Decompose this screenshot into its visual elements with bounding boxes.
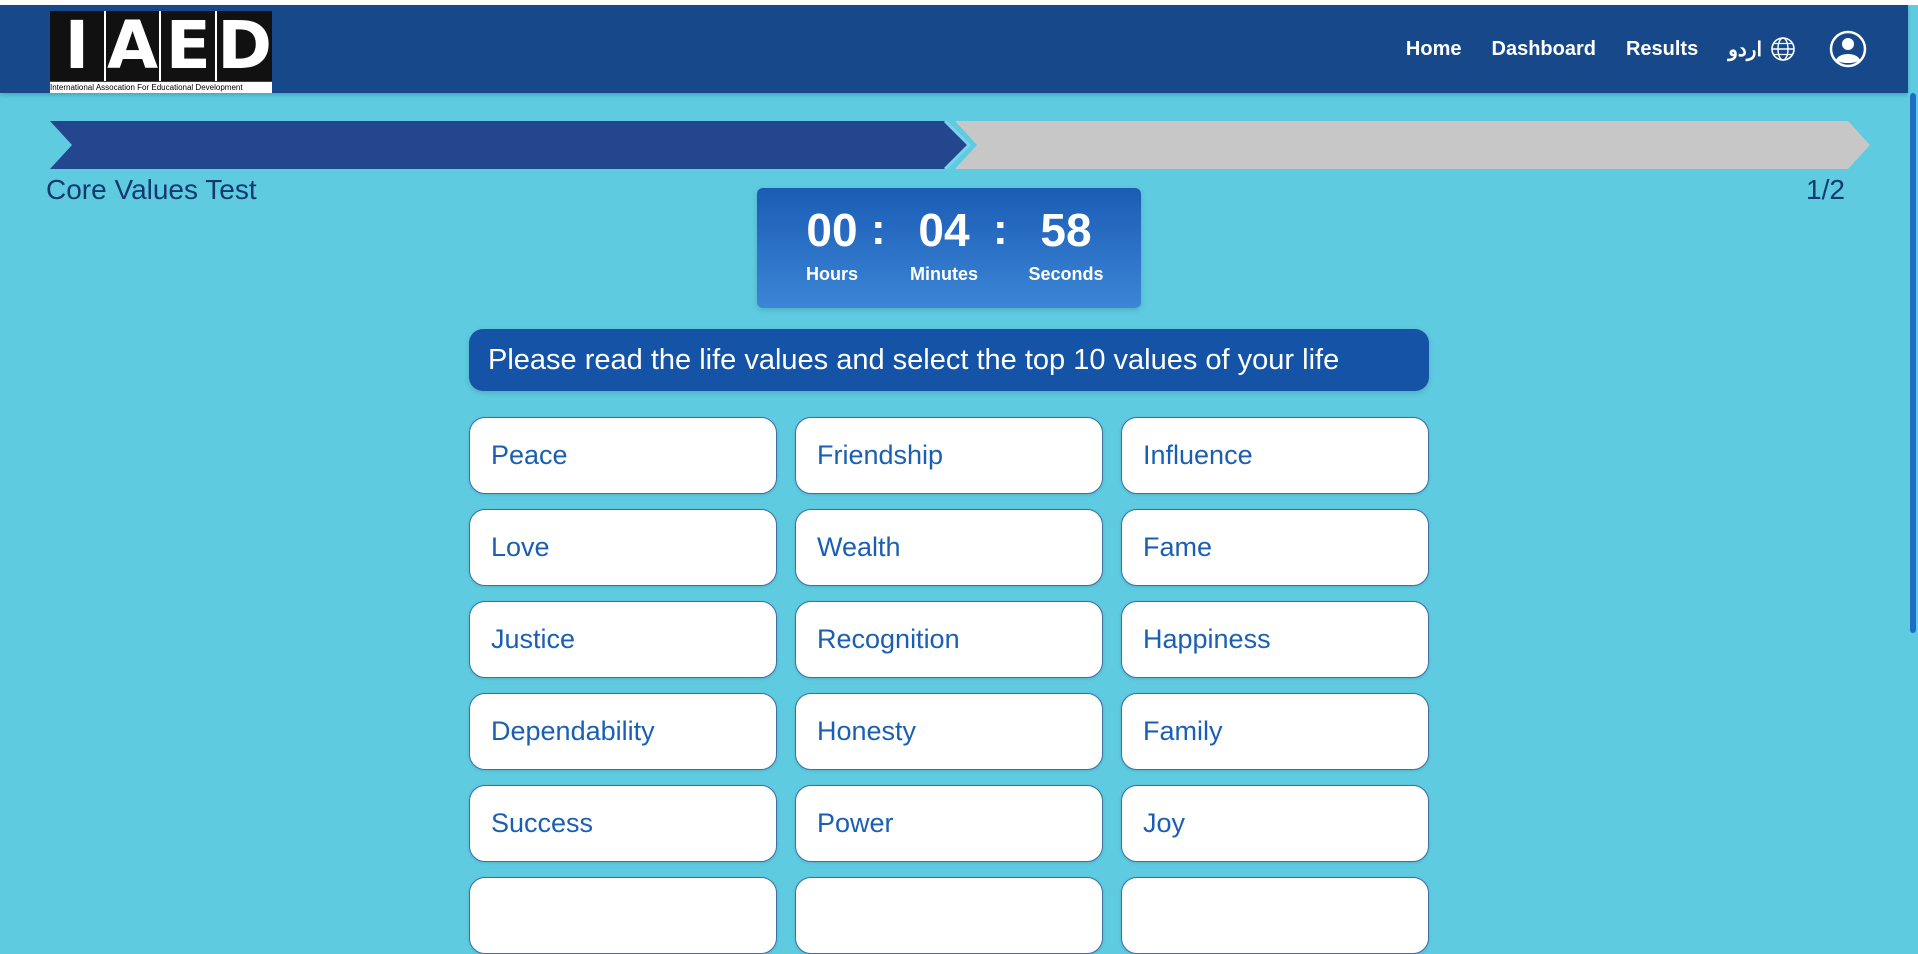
progress-done	[50, 121, 969, 169]
minutes-value: 04	[918, 204, 970, 256]
logo-letter: E	[161, 11, 216, 81]
value-option[interactable]: Influence	[1121, 417, 1429, 494]
value-option[interactable]: Love	[469, 509, 777, 586]
value-option[interactable]: Happiness	[1121, 601, 1429, 678]
page-scrollbar[interactable]	[1908, 93, 1918, 883]
value-option[interactable]: Friendship	[795, 417, 1103, 494]
logo-letter: A	[105, 7, 160, 84]
logo-letters: I A E D	[50, 11, 272, 81]
logo[interactable]: I A E D International Assocation For Edu…	[50, 11, 272, 95]
value-option[interactable]	[795, 877, 1103, 954]
value-option[interactable]: Recognition	[795, 601, 1103, 678]
value-option[interactable]: Family	[1121, 693, 1429, 770]
timer-separator: :	[993, 205, 1008, 254]
value-option[interactable]	[1121, 877, 1429, 954]
main-nav: Home Dashboard Results اردو	[1406, 5, 1908, 93]
timer-separator: :	[871, 205, 886, 254]
language-label: اردو	[1728, 38, 1762, 61]
user-circle-icon[interactable]	[1828, 29, 1868, 69]
countdown-timer: 00 Hours : 04 Minutes : 58 Seconds	[757, 188, 1141, 308]
nav-dashboard-link[interactable]: Dashboard	[1492, 38, 1596, 61]
nav-results-link[interactable]: Results	[1626, 38, 1698, 61]
seconds-label: Seconds	[1028, 264, 1104, 284]
timer-seconds: 58 Seconds	[1011, 202, 1121, 285]
value-option[interactable]: Fame	[1121, 509, 1429, 586]
value-option[interactable]: Dependability	[469, 693, 777, 770]
progress-remaining	[955, 121, 1870, 169]
instruction-banner: Please read the life values and select t…	[469, 329, 1429, 391]
value-option[interactable]: Joy	[1121, 785, 1429, 862]
minutes-label: Minutes	[909, 264, 978, 284]
progress-stepper	[50, 121, 1870, 169]
value-option[interactable]: Power	[795, 785, 1103, 862]
logo-tagline: International Assocation For Educational…	[50, 82, 272, 93]
globe-icon	[1771, 37, 1795, 61]
value-option[interactable]	[469, 877, 777, 954]
logo-letter: I	[50, 11, 104, 81]
nav-home-link[interactable]: Home	[1406, 38, 1462, 61]
value-option[interactable]: Success	[469, 785, 777, 862]
step-counter: 1/2	[1806, 174, 1845, 205]
value-option[interactable]: Justice	[469, 601, 777, 678]
scrollbar-thumb[interactable]	[1910, 93, 1916, 633]
language-switcher[interactable]: اردو	[1728, 36, 1796, 62]
timer-minutes: 04 Minutes	[889, 202, 999, 285]
hours-label: Hours	[805, 264, 858, 284]
navbar: I A E D International Assocation For Edu…	[0, 5, 1908, 93]
logo-letter: D	[217, 7, 272, 84]
value-option[interactable]: Honesty	[795, 693, 1103, 770]
seconds-value: 58	[1040, 204, 1092, 256]
value-option[interactable]: Wealth	[795, 509, 1103, 586]
value-option[interactable]: Peace	[469, 417, 777, 494]
test-title: Core Values Test	[46, 174, 257, 205]
